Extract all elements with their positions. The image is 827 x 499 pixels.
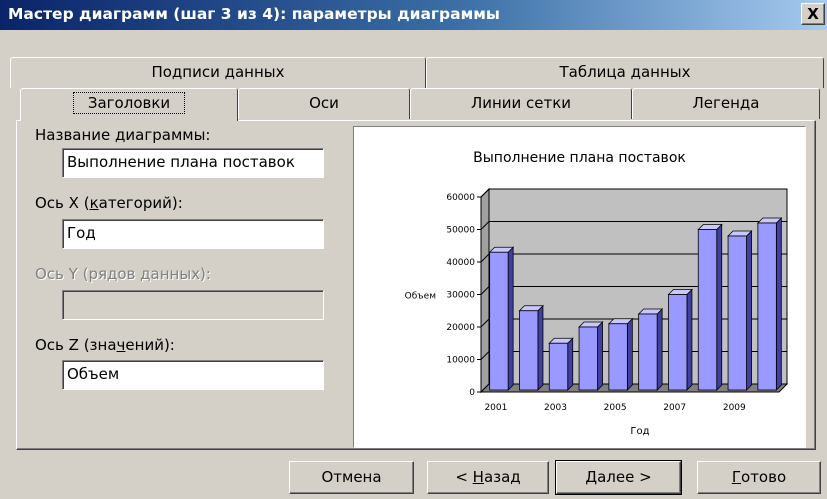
next-button[interactable]: Далее > [555,460,682,495]
x-axis-label: Ось X (категорий): [35,194,183,212]
z-axis-label: Ось Z (значений): [35,336,175,354]
bar-side [567,337,574,391]
back-button-label: < Назад [455,468,521,486]
chart-title-label: Название диаграммы: [35,126,211,144]
bar [638,313,658,391]
finish-button[interactable]: Готово [697,461,821,494]
bar-side [507,246,514,391]
tab-titles[interactable]: Заголовки [20,88,238,121]
y-tick-label: 30000 [446,291,475,301]
tab-data-labels-label: Подписи данных [151,63,285,81]
bar-side [537,304,544,391]
x-tick-label: 2001 [484,403,507,413]
tab-gridlines[interactable]: Линии сетки [410,88,632,119]
finish-button-label: Готово [731,468,787,486]
next-button-label: Далее > [585,468,652,486]
bar-side [597,321,603,391]
close-icon: X [807,5,819,23]
x-tick-label: 2009 [723,403,746,413]
chart-preview: Выполнение плана поставок 0 10000 20000 300… [353,126,806,448]
x-axis-title: Год [630,426,649,437]
bar [608,323,628,391]
cancel-button[interactable]: Отмена [289,461,414,494]
bar-side [626,317,633,391]
window-title: Мастер диаграмм (шаг 3 из 4): параметры … [8,5,500,23]
bar-side [656,308,663,391]
tab-data-table[interactable]: Таблица данных [426,57,824,88]
bar-side [746,230,752,391]
bar-side [775,217,782,391]
z-axis-field[interactable]: Объем [62,360,324,390]
bar-side [686,288,693,391]
chart-title-field[interactable]: Выполнение плана поставок [62,148,324,178]
tab-gridlines-label: Линии сетки [470,94,572,112]
tab-axes-label: Оси [309,94,339,112]
bar [757,222,777,391]
y-axis-label: Ось Y (рядов данных): [35,265,211,283]
x-tick-label: 2003 [544,403,567,413]
x-axis-field[interactable]: Год [62,219,324,249]
x-tick-label: 2007 [663,403,686,413]
tab-legend-label: Легенда [692,94,760,112]
chart-plot: 0 10000 20000 30000 40000 50000 60000 2001 2003 2… [405,187,789,437]
y-axis-title: Объем [405,292,436,302]
x-tick-label: 2005 [604,403,627,413]
bar [578,326,598,391]
bar [727,235,747,391]
y-tick-label: 0 [469,388,475,398]
title-bar: Мастер диаграмм (шаг 3 из 4): параметры … [0,0,827,30]
y-tick-label: 40000 [446,258,475,268]
tab-axes[interactable]: Оси [238,88,410,119]
y-tick-label: 60000 [446,193,475,203]
back-button[interactable]: < Назад [427,461,549,494]
bar [519,310,539,391]
tab-data-table-label: Таблица данных [559,63,691,81]
bar [697,229,718,391]
y-tick-label: 10000 [446,356,475,366]
bar [489,251,509,391]
y-tick-label: 20000 [446,323,475,333]
bar [668,294,688,391]
tab-data-labels[interactable]: Подписи данных [10,57,426,88]
close-button[interactable]: X [801,3,825,25]
bar [548,342,569,391]
y-tick-label: 50000 [446,226,475,236]
y-axis-field [62,290,324,320]
tab-legend[interactable]: Легенда [632,88,820,119]
bar-side [716,223,723,391]
cancel-button-label: Отмена [321,468,382,486]
tab-titles-label: Заголовки [72,92,186,114]
